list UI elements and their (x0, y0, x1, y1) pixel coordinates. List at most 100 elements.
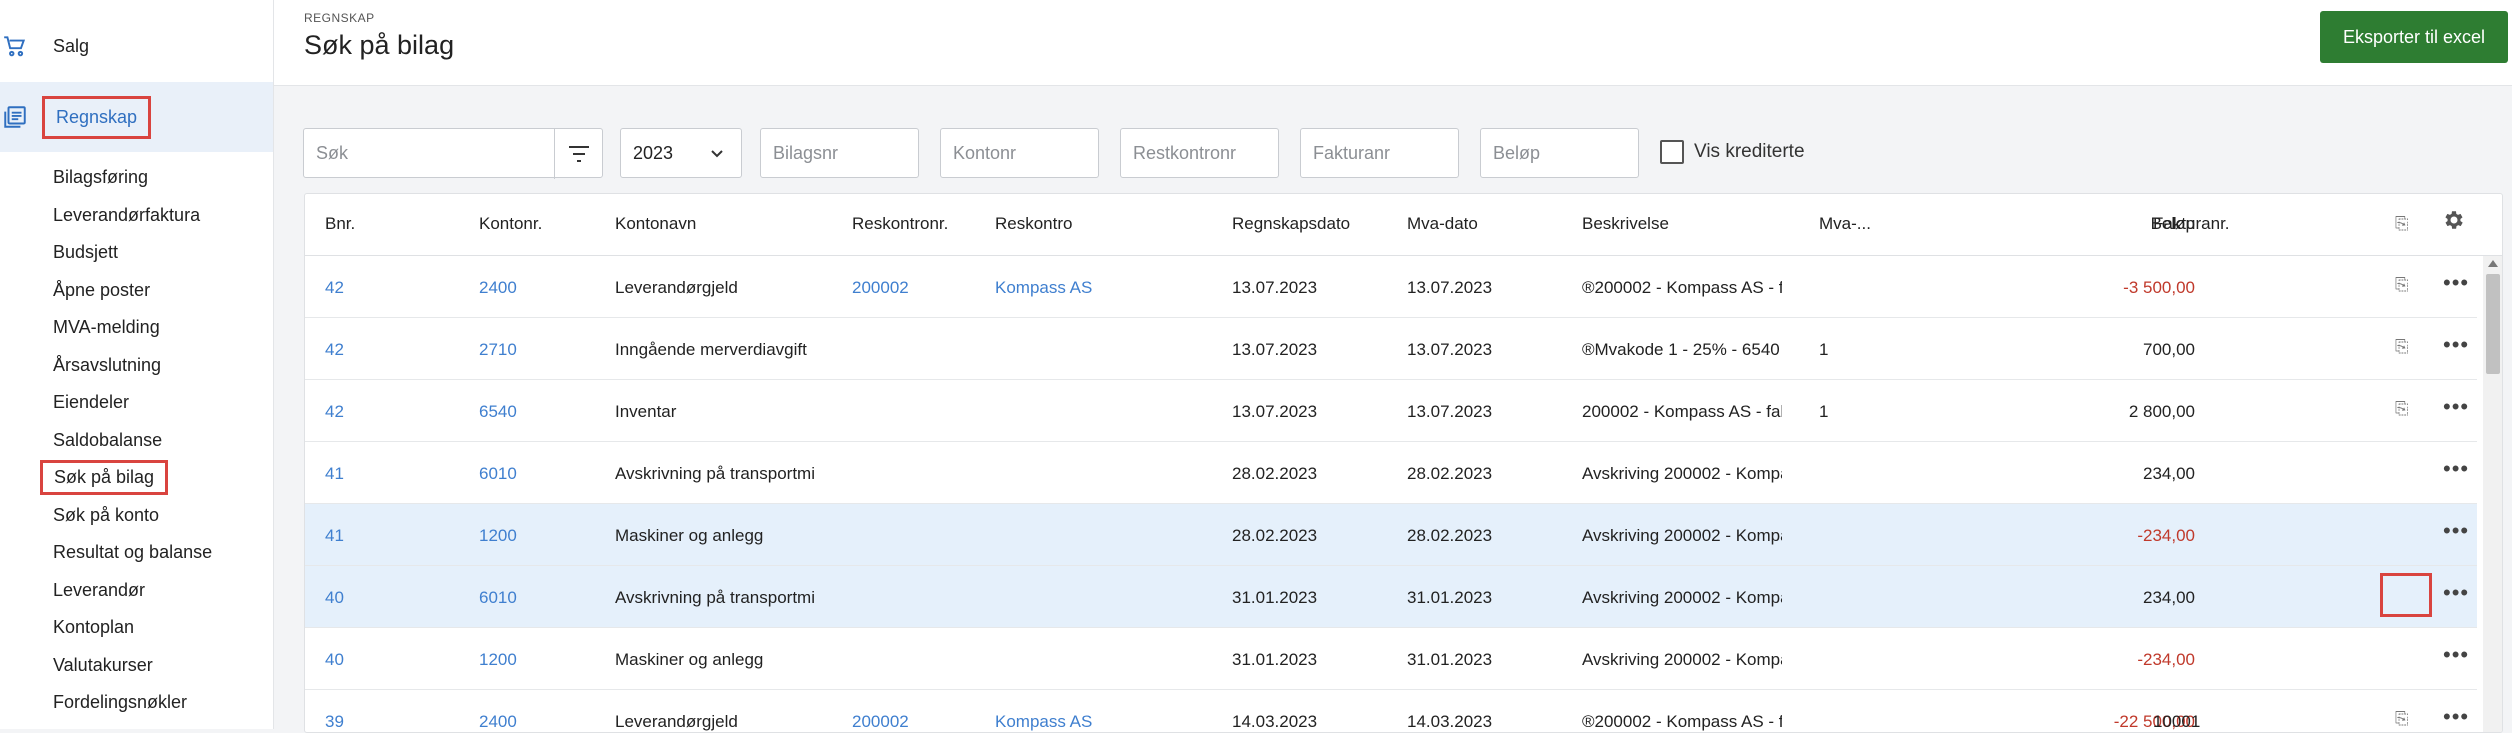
export-excel-button[interactable]: Eksporter til excel (2320, 11, 2508, 63)
cell-kontonr[interactable]: 1200 (479, 526, 599, 546)
cell-kontonr[interactable]: 2710 (479, 340, 599, 360)
attachment-icon[interactable]: ⎘ (2395, 275, 2409, 295)
col-bnr[interactable]: Bnr. (325, 214, 355, 234)
sidebar-item[interactable]: Leverandør (53, 580, 145, 601)
more-options-icon[interactable]: ••• (2443, 580, 2469, 606)
cell-belop: -234,00 (2137, 526, 2195, 545)
cell-bnr[interactable]: 42 (325, 278, 445, 298)
restkontronr-input[interactable] (1133, 142, 1278, 164)
sidebar-item[interactable]: Saldobalanse (53, 430, 162, 451)
cell-belop: -234,00 (2137, 650, 2195, 669)
scroll-up-arrow-icon[interactable] (2488, 260, 2498, 267)
cell-kontonr[interactable]: 2400 (479, 278, 599, 298)
col-mva[interactable]: Mva-... (1819, 214, 1871, 234)
kontonr-box (940, 128, 1099, 178)
col-mvadato[interactable]: Mva-dato (1407, 214, 1478, 234)
cell-regnskapsdato: 13.07.2023 (1232, 340, 1318, 359)
table-row[interactable]: 42 2400 Leverandørgjeld 200002 Kompass AS 13.… (305, 256, 2477, 318)
fakturanr-input[interactable] (1313, 142, 1458, 164)
cell-kontonavn: Avskrivning på transportmidler (615, 464, 815, 483)
cell-kontonavn: Leverandørgjeld (615, 712, 738, 731)
nav-regnskap-label: Regnskap (42, 95, 152, 139)
more-options-icon[interactable]: ••• (2443, 642, 2469, 668)
sidebar-item[interactable]: Budsjett (53, 242, 118, 263)
sidebar-item[interactable]: Leverandørfaktura (53, 205, 200, 226)
vis-krediterte-checkbox[interactable] (1660, 140, 1684, 164)
cell-beskrivelse: ®Mvakode 1 - 25% - 6540 (1582, 340, 1780, 359)
belop-input[interactable] (1493, 142, 1638, 164)
cell-mvadato: 13.07.2023 (1407, 340, 1493, 359)
cell-reskontronr[interactable]: 200002 (852, 712, 972, 732)
attachment-icon[interactable]: ⎘ (2395, 709, 2409, 729)
cell-bnr[interactable]: 40 (325, 650, 445, 670)
attachment-icon[interactable]: ⎘ (2395, 337, 2409, 357)
sidebar-item[interactable]: Søk på bilag (40, 460, 169, 495)
sidebar-item[interactable]: Fordelingsnøkler (53, 692, 187, 713)
sidebar-item[interactable]: Eiendeler (53, 392, 129, 413)
cell-kontonr[interactable]: 6010 (479, 588, 599, 608)
more-options-icon[interactable]: ••• (2443, 270, 2469, 296)
more-options-icon[interactable]: ••• (2443, 518, 2469, 544)
scroll-thumb[interactable] (2486, 274, 2500, 374)
table-row[interactable]: 42 2710 Inngående merverdiavgift 13.07.2023… (305, 318, 2477, 380)
sidebar-item[interactable]: Årsavslutning (53, 355, 161, 376)
cell-reskontronr[interactable]: 200002 (852, 278, 972, 298)
col-kontonavn[interactable]: Kontonavn (615, 214, 696, 234)
sidebar-item[interactable]: Bilagsføring (53, 167, 148, 188)
cell-bnr[interactable]: 39 (325, 712, 445, 732)
vis-krediterte-toggle[interactable]: Vis krediterte (1660, 140, 1805, 164)
ledger-icon (0, 102, 30, 132)
sidebar-item[interactable]: Kontoplan (53, 617, 134, 638)
col-kontonr[interactable]: Kontonr. (479, 214, 542, 234)
filter-icon (569, 146, 589, 162)
cell-kontonr[interactable]: 6010 (479, 464, 599, 484)
table-row[interactable]: 39 2400 Leverandørgjeld 200002 Kompass AS 14.… (305, 690, 2477, 732)
year-select[interactable]: 2023 (620, 128, 742, 178)
cell-kontonr[interactable]: 6540 (479, 402, 599, 422)
nav-salg[interactable]: Salg (0, 11, 273, 81)
table-row[interactable]: 41 1200 Maskiner og anlegg 28.02.2023 28.02.… (305, 504, 2477, 566)
col-reskontro[interactable]: Reskontro (995, 214, 1072, 234)
nav-regnskap[interactable]: Regnskap (0, 82, 273, 152)
cell-kontonr[interactable]: 2400 (479, 712, 599, 732)
cell-bnr[interactable]: 40 (325, 588, 445, 608)
cell-mvadato: 28.02.2023 (1407, 526, 1493, 545)
table-row[interactable]: 41 6010 Avskrivning på transportmidler 28.0… (305, 442, 2477, 504)
cell-kontonavn: Leverandørgjeld (615, 278, 738, 297)
search-input[interactable] (316, 142, 546, 164)
filter-button[interactable] (554, 129, 603, 179)
cell-kontonr[interactable]: 1200 (479, 650, 599, 670)
sidebar: Salg Regnskap Bilagsføring Leverandørfakt… (0, 0, 274, 729)
sidebar-item[interactable]: Søk på konto (53, 505, 159, 526)
sidebar-item[interactable]: MVA-melding (53, 317, 160, 338)
sidebar-item[interactable]: Valutakurser (53, 655, 153, 676)
cell-mvadato: 31.01.2023 (1407, 588, 1493, 607)
table-row[interactable]: 42 6540 Inventar 13.07.2023 13.07.2023 200002… (305, 380, 2477, 442)
bilagsnr-input[interactable] (773, 142, 918, 164)
more-options-icon[interactable]: ••• (2443, 394, 2469, 420)
more-options-icon[interactable]: ••• (2443, 456, 2469, 482)
cell-bnr[interactable]: 41 (325, 464, 445, 484)
col-beskrivelse[interactable]: Beskrivelse (1582, 214, 1669, 234)
cell-reskontro[interactable]: Kompass AS (995, 712, 1195, 732)
cell-mva: 1 (1819, 340, 1829, 359)
sidebar-item[interactable]: Åpne poster (53, 280, 150, 301)
cell-bnr[interactable]: 41 (325, 526, 445, 546)
more-options-icon[interactable]: ••• (2443, 332, 2469, 358)
table-scrollbar[interactable] (2483, 256, 2502, 732)
cell-belop: 234,00 (2143, 588, 2195, 607)
col-reskontronr[interactable]: Reskontronr. (852, 214, 948, 234)
sidebar-item[interactable]: Resultat og balanse (53, 542, 212, 563)
cell-bnr[interactable]: 42 (325, 340, 445, 360)
cell-bnr[interactable]: 42 (325, 402, 445, 422)
attachment-icon[interactable]: ⎘ (2395, 399, 2409, 419)
cell-reskontro[interactable]: Kompass AS (995, 278, 1195, 298)
col-regnskapsdato[interactable]: Regnskapsdato (1232, 214, 1350, 234)
search-box (303, 128, 603, 179)
gear-icon[interactable] (2442, 208, 2466, 237)
col-fakturanr[interactable]: Fakturanr. (2153, 214, 2230, 234)
table-row[interactable]: 40 6010 Avskrivning på transportmidler 31.0… (305, 566, 2477, 628)
kontonr-input[interactable] (953, 142, 1098, 164)
table-row[interactable]: 40 1200 Maskiner og anlegg 31.01.2023 31.01.… (305, 628, 2477, 690)
more-options-icon[interactable]: ••• (2443, 704, 2469, 730)
